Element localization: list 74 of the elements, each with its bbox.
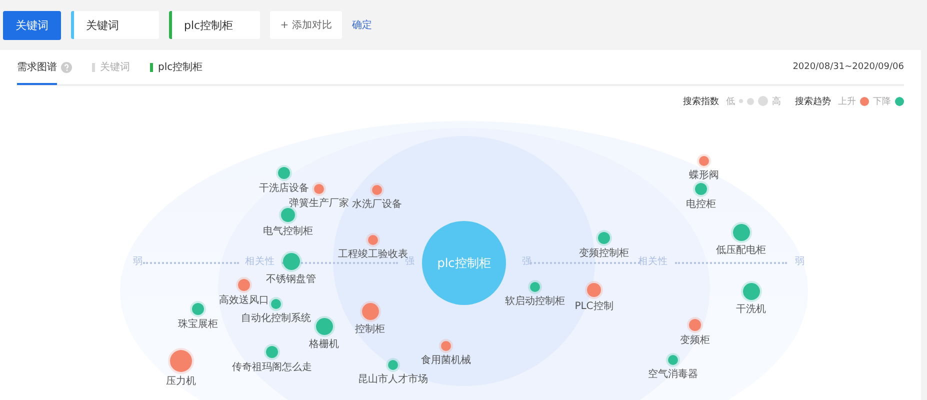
keyword-bubble[interactable] bbox=[314, 184, 324, 194]
keyword-bubble[interactable] bbox=[732, 224, 750, 240]
keyword-label: 弹簧生产厂家 bbox=[289, 196, 349, 210]
keyword-bubble[interactable] bbox=[238, 279, 250, 291]
keyword-label: 食用菌机械 bbox=[421, 354, 471, 367]
keyword-label: 工程竣工验收表 bbox=[338, 248, 408, 260]
keyword-bubble[interactable] bbox=[368, 235, 378, 245]
keyword-bubble[interactable] bbox=[170, 350, 192, 372]
keyword-label: 干洗店设备 bbox=[259, 182, 309, 195]
keyword-label: 水洗厂设备 bbox=[352, 198, 402, 211]
keyword-bubble[interactable] bbox=[441, 341, 451, 351]
keyword-bubble[interactable] bbox=[362, 302, 378, 320]
keyword-bubble[interactable] bbox=[266, 346, 278, 358]
legend-title: 搜索指数 bbox=[683, 96, 719, 108]
keyword-bubble[interactable] bbox=[689, 319, 701, 331]
keyword-label: 控制柜 bbox=[355, 322, 385, 336]
keyword-mode-button[interactable]: 关键词 bbox=[3, 10, 61, 40]
axis-label: 相关性 bbox=[245, 255, 275, 268]
keyword-label: 格栅机 bbox=[309, 338, 339, 350]
keyword-label: 自动化控制系统 bbox=[241, 312, 311, 325]
keyword-label: 传奇祖玛阁怎么走 bbox=[232, 360, 312, 374]
size-dot-icon bbox=[747, 98, 754, 104]
keyword-bubble[interactable] bbox=[316, 318, 332, 334]
date-range: 2020/08/31~2020/09/06 bbox=[792, 62, 904, 72]
keyword-label: 压力机 bbox=[166, 374, 196, 388]
axis-label: 相关性 bbox=[638, 255, 668, 268]
keyword-bubble[interactable] bbox=[530, 282, 540, 292]
keyword-bubble[interactable] bbox=[388, 360, 398, 370]
size-dot-icon bbox=[758, 96, 768, 106]
rising-dot-icon bbox=[860, 96, 869, 106]
keyword-label: 电气控制柜 bbox=[263, 224, 313, 238]
keyword-label: 空气消毒器 bbox=[648, 368, 698, 381]
keyword-bubble[interactable] bbox=[271, 299, 281, 309]
legend-label: 上升 bbox=[838, 96, 856, 108]
keyword-bubble[interactable] bbox=[281, 208, 295, 222]
keyword-label: 高效送风口 bbox=[219, 294, 269, 307]
keyword-bubble[interactable] bbox=[699, 156, 709, 166]
legend-label: 高 bbox=[772, 96, 781, 108]
keyword-label: 干洗机 bbox=[736, 302, 766, 316]
legend-title: 搜索趋势 bbox=[795, 96, 831, 108]
keyword-label: 变频控制柜 bbox=[579, 246, 629, 260]
keyword-bubble[interactable] bbox=[668, 355, 678, 365]
keyword-bubble[interactable] bbox=[372, 185, 382, 195]
legend-label: 低 bbox=[726, 96, 735, 108]
add-comparison-button[interactable]: + 添加对比 bbox=[270, 11, 342, 39]
keyword-field[interactable]: 关键词 bbox=[71, 11, 159, 39]
axis-label: 弱 bbox=[795, 255, 805, 268]
keyword-label: 变频柜 bbox=[680, 334, 710, 347]
series-tab[interactable]: plc控制柜 bbox=[150, 62, 203, 72]
keyword-label: 低压配电柜 bbox=[716, 244, 766, 256]
help-icon[interactable] bbox=[61, 62, 72, 72]
keyword-label: 珠宝展柜 bbox=[178, 318, 218, 331]
keyword-bubble[interactable] bbox=[192, 303, 204, 315]
confirm-link[interactable]: 确定 bbox=[352, 18, 372, 32]
axis-label: 弱 bbox=[133, 255, 143, 268]
keyword-field[interactable]: plc控制柜 bbox=[169, 11, 260, 39]
keyword-bubble[interactable] bbox=[278, 167, 290, 179]
falling-dot-icon bbox=[895, 96, 904, 106]
keyword-label: 软启动控制柜 bbox=[505, 294, 565, 308]
keyword-label: PLC控制 bbox=[574, 300, 614, 313]
keyword-label: 昆山市人才市场 bbox=[358, 372, 428, 386]
legend-label: 下降 bbox=[873, 96, 891, 108]
axis-label: 强 bbox=[405, 256, 415, 268]
axis-label: 强 bbox=[522, 255, 532, 268]
size-dot-icon bbox=[739, 99, 743, 103]
keyword-bubble[interactable] bbox=[587, 283, 601, 297]
keyword-label: 蝶形阀 bbox=[689, 168, 719, 182]
keyword-label: 不锈钢盘管 bbox=[266, 272, 316, 286]
keyword-label: 电控柜 bbox=[686, 198, 716, 211]
tab[interactable]: 需求图谱 bbox=[17, 51, 57, 85]
keyword-bubble[interactable] bbox=[742, 282, 760, 300]
keyword-bubble[interactable] bbox=[598, 232, 610, 244]
keyword-bubble[interactable] bbox=[695, 183, 707, 195]
keyword-bubble[interactable] bbox=[282, 252, 300, 270]
